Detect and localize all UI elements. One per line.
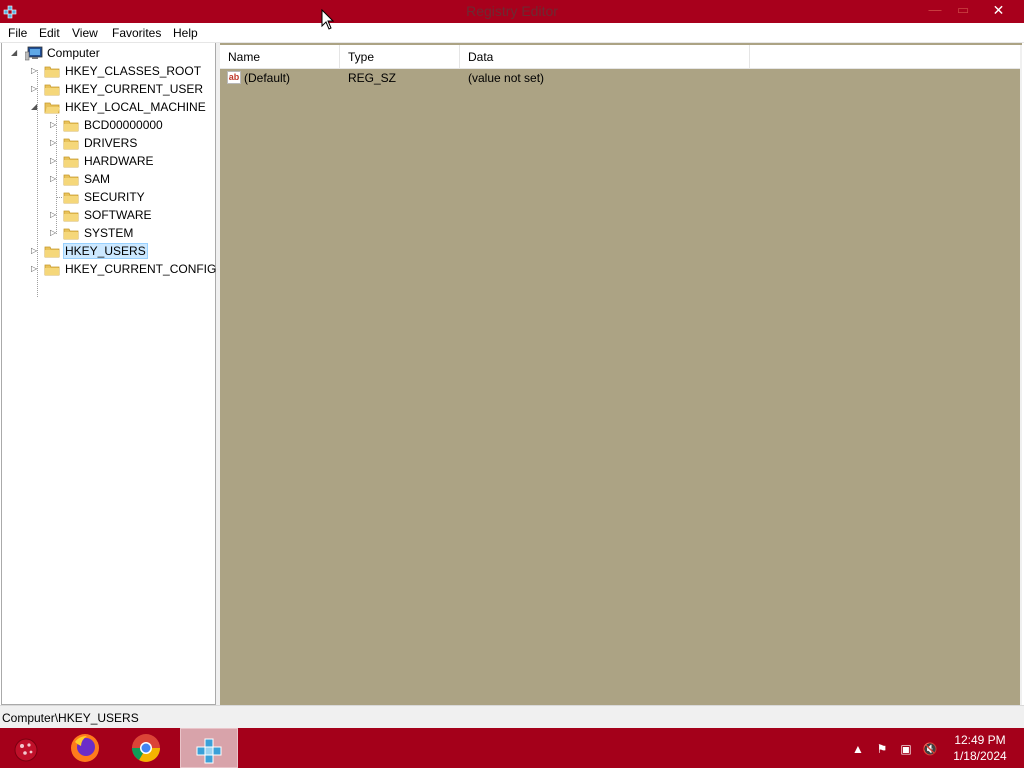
collapse-arrow-icon[interactable]: ◢	[11, 48, 19, 58]
column-header-name[interactable]: Name	[220, 45, 340, 69]
tree-item-label: HKEY_CLASSES_ROOT	[65, 64, 202, 78]
tree-item-computer[interactable]: ◢ Computer	[11, 44, 211, 62]
folder-icon	[44, 84, 60, 96]
tree-item-hardware[interactable]: ▷ HARDWARE	[50, 152, 215, 170]
expand-arrow-icon[interactable]: ▷	[50, 228, 58, 238]
expand-arrow-icon[interactable]: ▷	[50, 120, 58, 130]
folder-icon	[44, 246, 60, 258]
menu-view[interactable]: View	[72, 26, 98, 40]
expand-arrow-icon[interactable]: ▷	[50, 174, 58, 184]
folder-open-icon	[44, 102, 60, 114]
collapse-arrow-icon[interactable]: ◢	[31, 102, 39, 112]
menu-help[interactable]: Help	[173, 26, 198, 40]
title-bar[interactable]: Registry Editor — ▭ ✕	[0, 0, 1024, 23]
start-button[interactable]	[0, 728, 58, 768]
menu-file[interactable]: File	[8, 26, 27, 40]
folder-icon	[63, 120, 79, 132]
chrome-icon	[132, 734, 160, 762]
mouse-cursor-icon	[321, 9, 335, 30]
firefox-icon	[71, 734, 99, 762]
tree-item-system[interactable]: ▷ SYSTEM	[50, 224, 215, 242]
value-type: REG_SZ	[348, 71, 397, 85]
value-name: (Default)	[244, 71, 291, 85]
expand-arrow-icon[interactable]: ▷	[31, 246, 39, 256]
expand-arrow-icon[interactable]: ▷	[50, 138, 58, 148]
list-header: Name Type Data	[220, 45, 1022, 69]
tree-item-security[interactable]: SECURITY	[50, 188, 215, 206]
tree-item-label: SECURITY	[84, 190, 145, 204]
value-data: (value not set)	[468, 71, 545, 85]
expand-arrow-icon[interactable]: ▷	[31, 66, 39, 76]
status-path: Computer\HKEY_USERS	[2, 711, 139, 725]
tree-guide-line	[56, 197, 62, 198]
expand-arrow-icon[interactable]: ▷	[50, 156, 58, 166]
tree-item-sam[interactable]: ▷ SAM	[50, 170, 215, 188]
column-header-type[interactable]: Type	[340, 45, 460, 69]
tree-item-label: HARDWARE	[84, 154, 154, 168]
column-header-data[interactable]: Data	[460, 45, 750, 69]
computer-icon	[25, 46, 43, 61]
expand-arrow-icon[interactable]: ▷	[31, 264, 39, 274]
menu-edit[interactable]: Edit	[39, 26, 60, 40]
folder-icon	[44, 264, 60, 276]
expand-arrow-icon[interactable]: ▷	[50, 210, 58, 220]
tree-item-label: HKEY_CURRENT_USER	[65, 82, 204, 96]
show-hidden-icons-icon[interactable]: ▲	[850, 741, 866, 757]
tree-item-hkey-users[interactable]: ▷ HKEY_USERS	[31, 242, 216, 260]
tree-item-label: HKEY_LOCAL_MACHINE	[65, 100, 206, 114]
tree-item-hkey-current-user[interactable]: ▷ HKEY_CURRENT_USER	[31, 80, 216, 98]
values-list[interactable]: Name Type Data ab (Default) REG_SZ (valu…	[220, 43, 1022, 705]
system-clock[interactable]: 12:49 PM 1/18/2024	[944, 732, 1016, 764]
folder-icon	[63, 210, 79, 222]
menu-bar: File Edit View Favorites Help	[0, 23, 1024, 43]
tree-item-software[interactable]: ▷ SOFTWARE	[50, 206, 215, 224]
clock-date: 1/18/2024	[953, 749, 1007, 763]
folder-icon	[63, 138, 79, 150]
taskbar-firefox[interactable]	[57, 728, 115, 768]
start-icon	[14, 738, 38, 762]
tree-item-hkey-local-machine[interactable]: ◢ HKEY_LOCAL_MACHINE	[31, 98, 216, 116]
status-bar: Computer\HKEY_USERS	[0, 705, 1024, 728]
tree-item-label: DRIVERS	[84, 136, 138, 150]
tree-item-label-selected: HKEY_USERS	[63, 243, 148, 259]
list-edge	[1020, 45, 1022, 705]
folder-icon	[63, 156, 79, 168]
network-icon[interactable]: ▣	[898, 741, 914, 757]
registry-tree[interactable]: ◢ Computer ▷ HKEY_CLASSES_ROOT ▷ HKEY_CU…	[1, 43, 216, 705]
taskbar-chrome[interactable]	[118, 728, 176, 768]
close-button[interactable]: ✕	[975, 0, 1022, 21]
tree-item-hkey-current-config[interactable]: ▷ HKEY_CURRENT_CONFIG	[31, 260, 216, 278]
folder-icon	[63, 228, 79, 240]
window-title: Registry Editor	[466, 3, 558, 19]
expand-arrow-icon[interactable]: ▷	[31, 84, 39, 94]
clock-time: 12:49 PM	[954, 733, 1006, 747]
taskbar: ▲ ⚑ ▣ 🔇 12:49 PM 1/18/2024	[0, 728, 1024, 768]
tree-item-label: Computer	[47, 46, 100, 60]
folder-icon	[44, 66, 60, 78]
tree-item-label: SAM	[84, 172, 111, 186]
string-value-icon: ab	[227, 71, 241, 84]
taskbar-regedit[interactable]	[180, 728, 238, 768]
tree-item-hkey-classes-root[interactable]: ▷ HKEY_CLASSES_ROOT	[31, 62, 216, 80]
folder-icon	[63, 192, 79, 204]
menu-favorites[interactable]: Favorites	[112, 26, 161, 40]
volume-muted-icon[interactable]: 🔇	[922, 741, 938, 757]
tree-item-label: SOFTWARE	[84, 208, 152, 222]
folder-icon	[63, 174, 79, 186]
regedit-icon	[196, 738, 222, 764]
tree-item-bcd00000000[interactable]: ▷ BCD00000000	[50, 116, 215, 134]
tree-item-label: BCD00000000	[84, 118, 163, 132]
action-center-flag-icon[interactable]: ⚑	[874, 741, 890, 757]
tree-item-label: SYSTEM	[84, 226, 134, 240]
tree-item-label: HKEY_CURRENT_CONFIG	[65, 262, 217, 276]
tree-item-drivers[interactable]: ▷ DRIVERS	[50, 134, 215, 152]
list-item[interactable]: ab (Default) REG_SZ (value not set)	[220, 69, 1022, 87]
